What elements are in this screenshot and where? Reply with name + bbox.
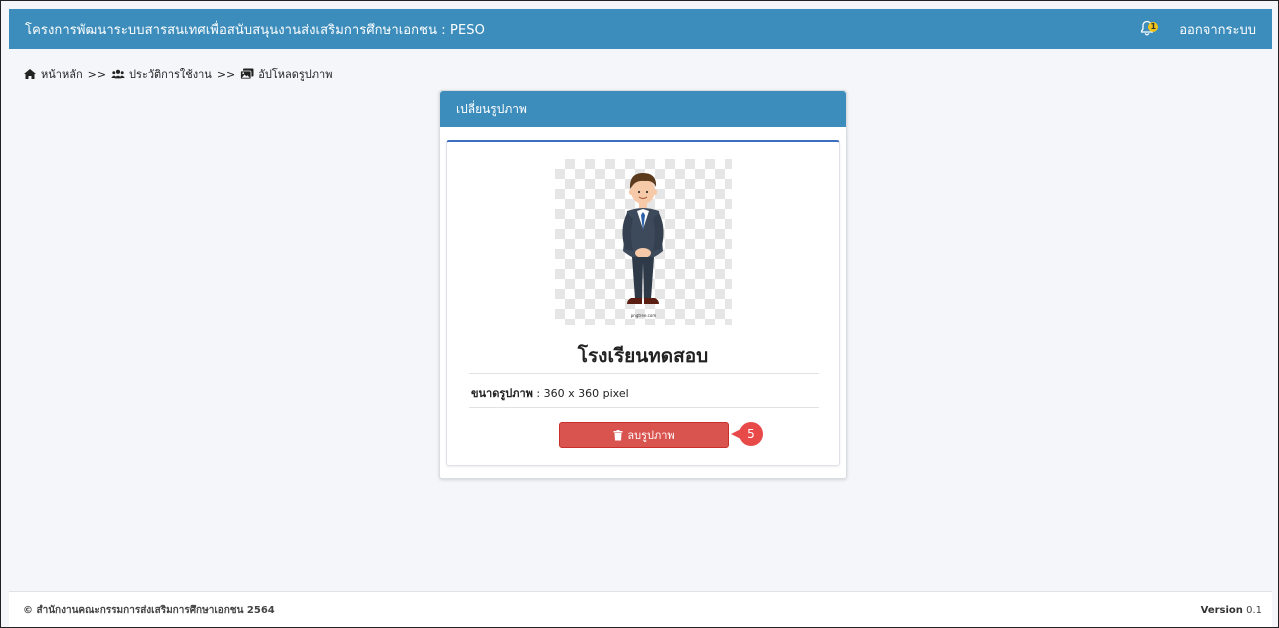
change-photo-card: เปลี่ยนรูปภาพ pngtree.com โรงเรียนทดสอบ … xyxy=(439,90,847,479)
users-icon xyxy=(111,68,125,80)
trash-icon xyxy=(613,429,623,440)
photo-panel: pngtree.com โรงเรียนทดสอบ ขนาดรูปภาพ : 3… xyxy=(446,140,840,466)
step-marker: 5 xyxy=(731,422,765,446)
footer: © สำนักงานคณะกรรมการส่งเสริมการศึกษาเอกช… xyxy=(9,591,1272,627)
step-marker-number: 5 xyxy=(739,422,763,446)
card-header: เปลี่ยนรูปภาพ xyxy=(440,91,846,127)
photo-watermark: pngtree.com xyxy=(630,313,657,318)
businessman-illustration xyxy=(622,173,664,304)
home-icon xyxy=(23,68,37,80)
profile-photo: pngtree.com xyxy=(555,159,732,325)
image-size-info: ขนาดรูปภาพ : 360 x 360 pixel xyxy=(471,384,629,402)
notification-badge: 1 xyxy=(1148,22,1159,32)
logout-link[interactable]: ออกจากระบบ xyxy=(1179,19,1256,40)
school-name: โรงเรียนทดสอบ xyxy=(577,345,709,367)
footer-version: Version 0.1 xyxy=(1201,605,1262,616)
breadcrumb-history[interactable]: ประวัติการใช้งาน xyxy=(129,65,212,83)
image-size-value: : 360 x 360 pixel xyxy=(532,387,629,400)
breadcrumb-separator: >> xyxy=(216,67,236,81)
divider xyxy=(469,407,819,408)
app-title: โครงการพัฒนาระบบสารสนเทศเพื่อสนับสนุนงาน… xyxy=(25,22,485,38)
breadcrumb-current: อัปโหลดรูปภาพ xyxy=(258,68,333,81)
top-navbar: โครงการพัฒนาระบบสารสนเทศเพื่อสนับสนุนงาน… xyxy=(9,9,1272,49)
delete-photo-label: ลบรูปภาพ xyxy=(627,429,675,442)
delete-photo-button[interactable]: ลบรูปภาพ xyxy=(559,422,729,448)
notification-button[interactable]: 1 xyxy=(1139,20,1159,38)
breadcrumb: หน้าหลัก >> ประวัติการใช้งาน >> อัปโหลดร… xyxy=(23,65,332,83)
divider xyxy=(469,373,819,374)
footer-copyright: © สำนักงานคณะกรรมการส่งเสริมการศึกษาเอกช… xyxy=(23,604,275,616)
image-size-label: ขนาดรูปภาพ xyxy=(471,387,533,400)
images-icon xyxy=(240,68,254,80)
navbar-right: 1 ออกจากระบบ xyxy=(1139,19,1256,40)
version-label: Version xyxy=(1200,604,1243,616)
version-value: 0.1 xyxy=(1246,604,1262,616)
app-window: โครงการพัฒนาระบบสารสนเทศเพื่อสนับสนุนงาน… xyxy=(0,0,1279,628)
breadcrumb-separator: >> xyxy=(87,67,107,81)
breadcrumb-home[interactable]: หน้าหลัก xyxy=(41,65,83,83)
